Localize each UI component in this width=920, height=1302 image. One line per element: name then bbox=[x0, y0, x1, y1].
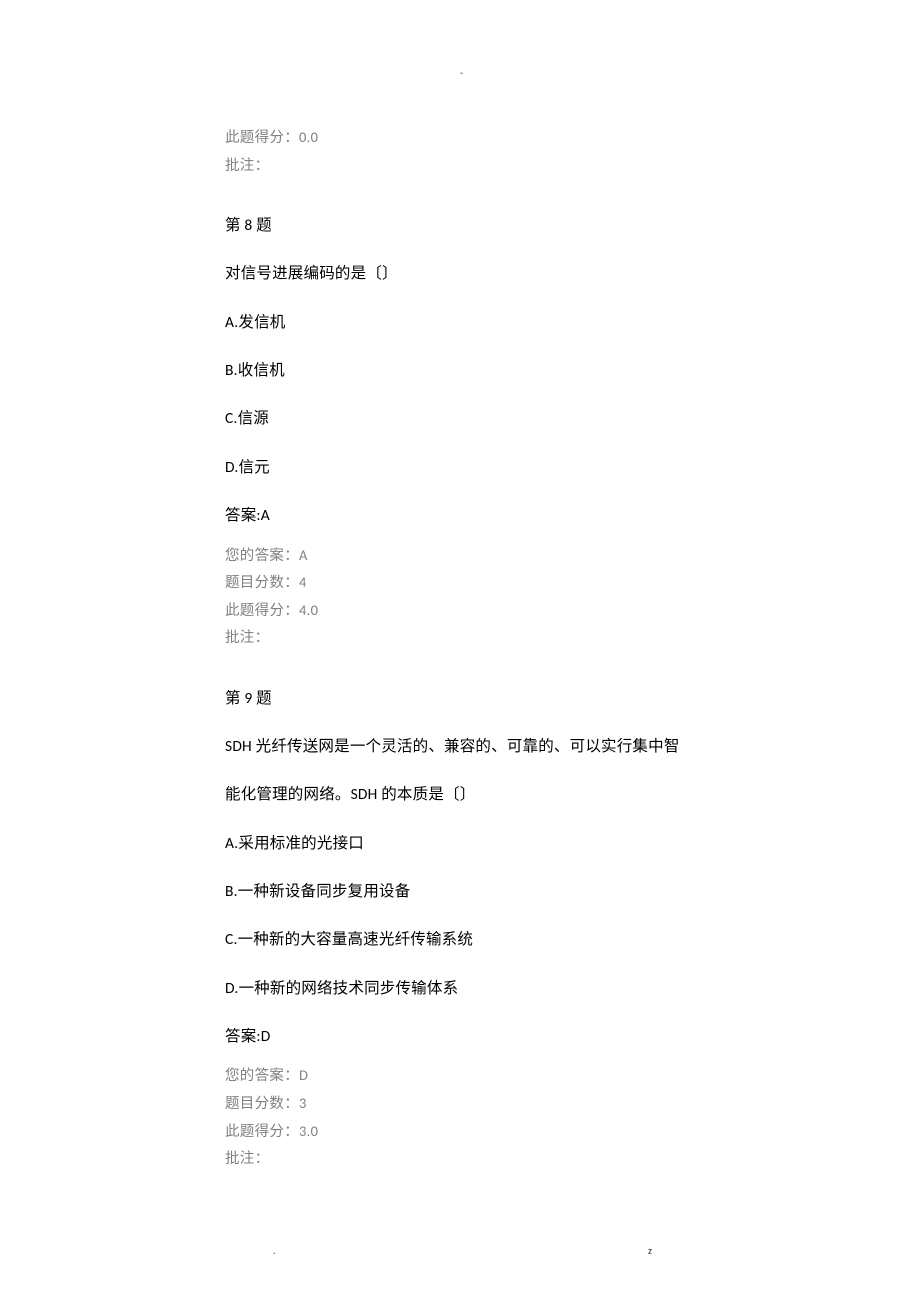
remark-line: 批注： bbox=[225, 624, 695, 652]
header-mark: - bbox=[460, 66, 463, 79]
score-this-line: 此题得分：0.0 bbox=[225, 124, 695, 152]
remark-line: 批注： bbox=[225, 152, 695, 180]
question-8: 第 8 题 对信号进展编码的是〔〕 A.发信机 B.收信机 C.信源 D.信元 … bbox=[225, 213, 695, 652]
page-content: 此题得分：0.0 批注： 第 8 题 对信号进展编码的是〔〕 A.发信机 B.收… bbox=[0, 0, 920, 1213]
q9-meta: 您的答案：D 题目分数：3 此题得分：3.0 批注： bbox=[225, 1062, 695, 1172]
your-answer-line: 您的答案：D bbox=[225, 1062, 695, 1090]
option-a: A.发信机 bbox=[225, 310, 695, 336]
option-c: C.信源 bbox=[225, 406, 695, 432]
option-b: B.收信机 bbox=[225, 358, 695, 384]
question-9: 第 9 题 SDH 光纤传送网是一个灵活的、兼容的、可靠的、可以实行集中智 能化… bbox=[225, 686, 695, 1173]
footer-right-mark: z bbox=[648, 1244, 652, 1257]
your-answer-line: 您的答案：A bbox=[225, 542, 695, 570]
option-d: D.信元 bbox=[225, 455, 695, 481]
question-text-line2: 能化管理的网络。SDH 的本质是〔〕 bbox=[225, 782, 695, 808]
option-b: B.一种新设备同步复用设备 bbox=[225, 879, 695, 905]
question-number: 第 8 题 bbox=[225, 213, 695, 239]
max-score-line: 题目分数：3 bbox=[225, 1090, 695, 1118]
score-this-line: 此题得分：4.0 bbox=[225, 597, 695, 625]
question-text: 对信号进展编码的是〔〕 bbox=[225, 261, 695, 287]
max-score-line: 题目分数：4 bbox=[225, 569, 695, 597]
score-this-line: 此题得分：3.0 bbox=[225, 1118, 695, 1146]
option-d: D.一种新的网络技术同步传输体系 bbox=[225, 976, 695, 1002]
correct-answer: 答案:A bbox=[225, 503, 695, 529]
remark-line: 批注： bbox=[225, 1145, 695, 1173]
option-a: A.采用标准的光接口 bbox=[225, 831, 695, 857]
question-number: 第 9 题 bbox=[225, 686, 695, 712]
leading-meta: 此题得分：0.0 批注： bbox=[225, 124, 695, 179]
question-text-line1: SDH 光纤传送网是一个灵活的、兼容的、可靠的、可以实行集中智 bbox=[225, 734, 695, 760]
correct-answer: 答案:D bbox=[225, 1024, 695, 1050]
option-c: C.一种新的大容量高速光纤传输系统 bbox=[225, 927, 695, 953]
q8-meta: 您的答案：A 题目分数：4 此题得分：4.0 批注： bbox=[225, 542, 695, 652]
footer-left-mark: . bbox=[273, 1244, 276, 1257]
